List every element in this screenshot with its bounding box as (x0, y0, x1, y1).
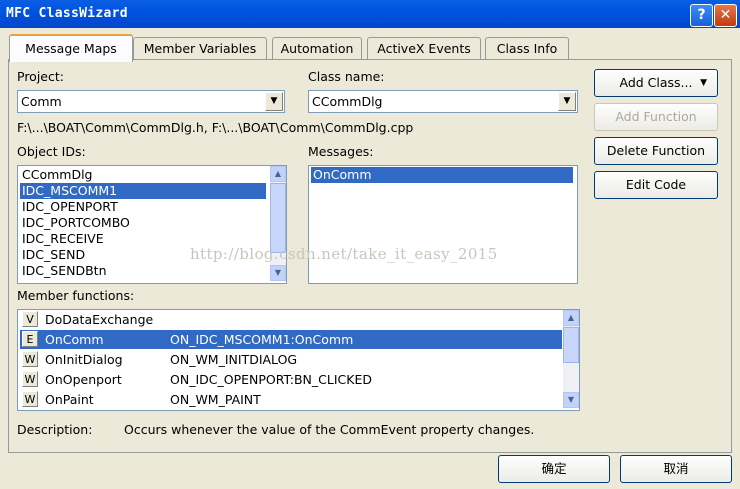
table-row[interactable]: V DoDataExchange (20, 310, 562, 329)
function-type-badge: W (22, 371, 38, 387)
list-item[interactable]: CCommDlg (20, 167, 93, 183)
description-label: Description: (17, 422, 93, 437)
function-type-badge: W (22, 391, 38, 407)
function-map: ON_WM_INITDIALOG (170, 352, 298, 367)
ok-button[interactable]: 确定 (498, 455, 610, 483)
chevron-down-icon[interactable]: ▼ (265, 92, 283, 111)
function-name: OnComm (45, 332, 104, 347)
cancel-button[interactable]: 取消 (620, 455, 732, 483)
close-button[interactable]: ✕ (714, 4, 737, 27)
object-ids-label: Object IDs: (17, 144, 86, 159)
table-row[interactable]: E OnComm ON_IDC_MSCOMM1:OnComm (20, 330, 562, 349)
class-name-combo[interactable]: CCommDlg ▼ (308, 90, 578, 113)
table-row[interactable]: W OnInitDialog ON_WM_INITDIALOG (20, 350, 562, 369)
delete-function-button[interactable]: Delete Function (594, 137, 718, 165)
list-item[interactable]: IDC_SEND (20, 247, 85, 263)
tab-message-maps[interactable]: Message Maps (9, 34, 133, 62)
scroll-up-icon[interactable]: ▲ (563, 310, 579, 326)
function-map: ON_WM_PAINT (170, 392, 261, 407)
table-row[interactable]: W OnPaint ON_WM_PAINT (20, 390, 562, 409)
title-bar: MFC ClassWizard ? ✕ (0, 0, 740, 28)
function-type-badge: W (22, 351, 38, 367)
function-map: ON_IDC_OPENPORT:BN_CLICKED (170, 372, 372, 387)
project-label: Project: (17, 69, 64, 84)
object-ids-list[interactable]: CCommDlg IDC_MSCOMM1 IDC_OPENPORT IDC_PO… (17, 165, 287, 284)
edit-code-button[interactable]: Edit Code (594, 171, 718, 199)
list-item[interactable]: IDC_MSCOMM1 (20, 183, 266, 199)
function-name: OnOpenport (45, 372, 122, 387)
scroll-down-icon[interactable]: ▼ (270, 265, 286, 281)
class-name-value: CCommDlg (312, 94, 383, 109)
scroll-up-icon[interactable]: ▲ (270, 166, 286, 182)
function-name: OnPaint (45, 392, 94, 407)
description-text: Occurs whenever the value of the CommEve… (124, 422, 535, 437)
tab-member-variables[interactable]: Member Variables (133, 37, 267, 60)
project-value: Comm (21, 94, 62, 109)
window-title: MFC ClassWizard (6, 6, 128, 21)
chevron-down-icon: ▼ (700, 78, 707, 88)
watermark: http://blog.csdn.net/take_it_easy_2015 (190, 245, 498, 263)
file-paths: F:\...\BOAT\Comm\CommDlg.h, F:\...\BOAT\… (17, 120, 414, 135)
tab-activex-events[interactable]: ActiveX Events (367, 37, 481, 60)
member-functions-label: Member functions: (17, 288, 135, 303)
list-item[interactable]: IDC_PORTCOMBO (20, 215, 130, 231)
function-type-badge: E (22, 331, 38, 347)
add-function-button[interactable]: Add Function (594, 103, 718, 131)
class-name-label: Class name: (308, 69, 385, 84)
list-item[interactable]: IDC_OPENPORT (20, 199, 118, 215)
tab-automation[interactable]: Automation (272, 37, 362, 60)
function-type-badge: V (22, 311, 38, 327)
add-class-label: Add Class... (619, 75, 693, 90)
list-item[interactable]: IDC_RECEIVE (20, 231, 104, 247)
project-combo[interactable]: Comm ▼ (17, 90, 285, 113)
list-item[interactable]: IDC_SENDBtn (20, 263, 107, 279)
tab-class-info[interactable]: Class Info (485, 37, 569, 60)
messages-list[interactable]: OnComm (308, 165, 578, 284)
scrollbar[interactable]: ▲ ▼ (563, 310, 579, 408)
table-row[interactable]: W OnOpenport ON_IDC_OPENPORT:BN_CLICKED (20, 370, 562, 389)
function-map: ON_IDC_MSCOMM1:OnComm (170, 332, 354, 347)
help-button[interactable]: ? (690, 4, 713, 27)
scrollbar[interactable]: ▲ ▼ (270, 166, 286, 281)
function-name: OnInitDialog (45, 352, 123, 367)
add-class-button[interactable]: Add Class... ▼ (594, 69, 718, 97)
member-functions-list[interactable]: V DoDataExchange E OnComm ON_IDC_MSCOMM1… (17, 309, 580, 411)
scroll-down-icon[interactable]: ▼ (563, 392, 579, 408)
scroll-thumb[interactable] (270, 183, 286, 253)
list-item[interactable]: OnComm (311, 167, 573, 183)
scroll-thumb[interactable] (563, 327, 579, 363)
function-name: DoDataExchange (45, 312, 154, 327)
chevron-down-icon[interactable]: ▼ (558, 92, 576, 111)
messages-label: Messages: (308, 144, 374, 159)
